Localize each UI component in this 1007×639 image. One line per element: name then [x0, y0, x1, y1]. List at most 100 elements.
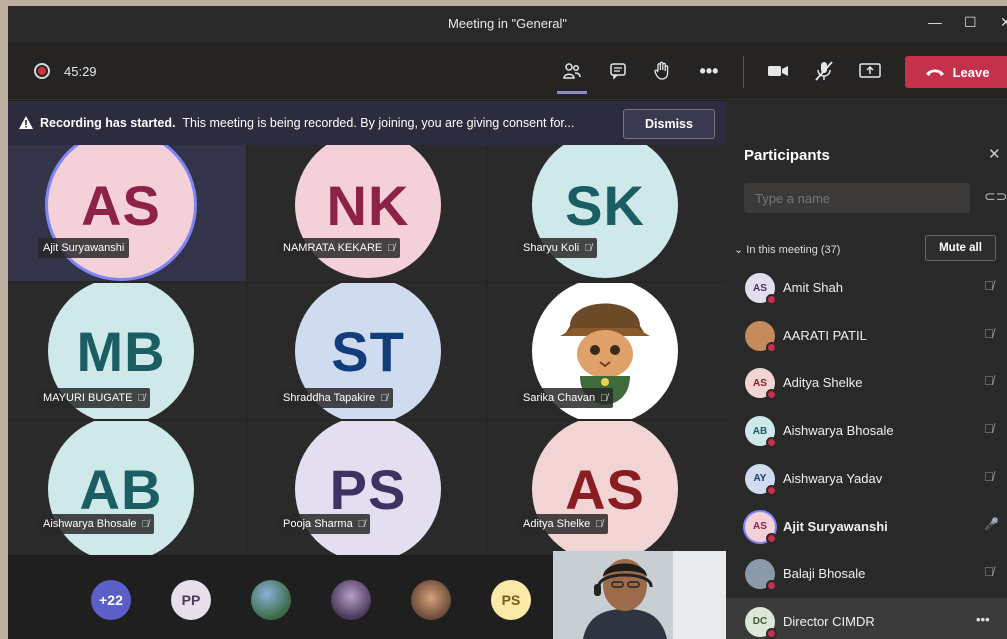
phone-hangup-icon: [925, 69, 944, 76]
mic-muted-icon: 🎙̸: [984, 373, 994, 389]
participant-initials: AS: [753, 282, 767, 294]
more-options-icon[interactable]: •••: [976, 612, 990, 627]
camera-icon[interactable]: [763, 56, 793, 86]
participant-row-name: Balaji Bhosale: [783, 566, 866, 582]
participant-avatar: AS: [532, 421, 678, 555]
participant-row-name: Aishwarya Yadav: [783, 470, 883, 486]
participant-name-tag: Aditya Shelke 🎙̸: [518, 514, 608, 534]
maximize-icon[interactable]: ☐: [964, 14, 977, 31]
video-tile[interactable]: AB Aishwarya Bhosale 🎙̸: [8, 421, 246, 555]
participant-row[interactable]: AS Ajit Suryawanshi 🎤: [726, 503, 1007, 551]
close-window-icon[interactable]: ✕: [1000, 14, 1007, 31]
participant-avatar: [745, 320, 777, 353]
participant-row[interactable]: AB Aishwarya Bhosale 🎙̸: [726, 407, 1007, 455]
participant-avatar: NK: [295, 145, 441, 278]
strip-avatar-ps[interactable]: PS: [491, 580, 531, 620]
dismiss-button[interactable]: Dismiss: [623, 109, 715, 139]
participant-name: Sarika Chavan: [523, 392, 596, 404]
mic-muted-icon: 🎙̸: [984, 421, 994, 437]
participant-name: Pooja Sharma: [283, 518, 353, 530]
participant-avatar: [745, 559, 777, 592]
participant-name-tag: Aishwarya Bhosale 🎙̸: [38, 514, 155, 534]
participant-name-tag: NAMRATA KEKARE 🎙̸: [278, 238, 400, 258]
mic-muted-icon[interactable]: [809, 56, 839, 86]
video-tile[interactable]: AS Ajit Suryawanshi: [8, 145, 246, 281]
participant-name-tag: Sarika Chavan 🎙̸: [518, 388, 613, 408]
more-participants-badge[interactable]: +22: [91, 580, 131, 620]
participant-row[interactable]: DC Director CIMDR •••: [726, 597, 1007, 639]
self-video-person: [553, 551, 726, 639]
participant-initials: AB: [752, 425, 768, 437]
in-meeting-header[interactable]: ⌄ In this meeting (37): [734, 243, 840, 256]
title-bar: Meeting in "General" — ☐ ✕: [8, 6, 1007, 42]
window-title: Meeting in "General": [447, 16, 568, 31]
mic-muted-icon: 🎙̸: [595, 518, 603, 530]
participant-avatar: AS: [745, 273, 777, 305]
participant-row-name: Ajit Suryawanshi: [783, 518, 888, 534]
mic-muted-icon: 🎙̸: [584, 242, 592, 254]
video-grid: AS Ajit Suryawanshi NK NAMRATA KEKARE 🎙̸ SK Sh…: [8, 145, 726, 555]
participant-row[interactable]: AY Aishwarya Yadav 🎙̸: [726, 455, 1007, 503]
mic-muted-icon: 🎙̸: [387, 242, 395, 254]
participant-row-name: Director CIMDR: [783, 613, 875, 629]
participant-avatar: SK: [532, 145, 678, 278]
video-tile[interactable]: PS Pooja Sharma 🎙̸: [248, 421, 486, 555]
strip-avatar-photo[interactable]: [251, 580, 291, 620]
meeting-timer: 45:29: [64, 64, 97, 79]
share-link-icon[interactable]: ⊂⊃: [984, 188, 1007, 205]
raise-hand-icon[interactable]: [647, 56, 677, 86]
participant-row[interactable]: Balaji Bhosale 🎙̸: [726, 550, 1007, 598]
minimize-icon[interactable]: —: [928, 14, 942, 30]
mute-all-button[interactable]: Mute all: [925, 235, 996, 261]
chat-icon[interactable]: [603, 56, 633, 86]
video-tile[interactable]: MB MAYURI BUGATE 🎙̸: [8, 283, 246, 419]
recording-icon: [34, 63, 50, 79]
video-tile[interactable]: SK Sharyu Koli 🎙̸: [488, 145, 726, 281]
participants-icon[interactable]: [557, 56, 587, 94]
more-options-icon[interactable]: •••: [694, 56, 724, 86]
participant-avatar: AS: [745, 368, 777, 401]
strip-avatar-pp[interactable]: PP: [171, 580, 211, 620]
participant-initials: AY: [753, 473, 767, 485]
mic-muted-icon: 🎙̸: [600, 392, 608, 404]
participant-initials: DC: [752, 616, 768, 628]
participant-row[interactable]: AS Amit Shah 🎙̸: [726, 264, 1007, 312]
participant-name: Sharyu Koli: [523, 242, 580, 254]
participant-row-name: Aishwarya Bhosale: [783, 423, 894, 439]
mic-muted-icon: 🎙̸: [137, 392, 145, 404]
banner-message: This meeting is being recorded. By joini…: [182, 116, 575, 130]
toolbar-divider: [743, 56, 744, 88]
participant-row[interactable]: AS Aditya Shelke 🎙̸: [726, 359, 1007, 407]
participant-name: Aditya Shelke: [523, 518, 591, 530]
participant-row-name: AARATI PATIL: [783, 327, 867, 343]
participant-name: MAYURI BUGATE: [43, 392, 133, 404]
share-screen-icon[interactable]: [855, 56, 885, 86]
participant-avatar: AY: [745, 463, 777, 496]
banner-text: Recording has started. This meeting is b…: [40, 116, 574, 130]
strip-avatar-photo[interactable]: [411, 580, 451, 620]
mic-muted-icon: 🎙̸: [357, 518, 366, 530]
leave-button[interactable]: Leave: [905, 56, 1007, 88]
chevron-down-icon: ⌄: [734, 244, 747, 256]
banner-bold-text: Recording has started.: [40, 116, 176, 130]
video-tile[interactable]: NK NAMRATA KEKARE 🎙̸: [248, 145, 486, 281]
participant-row[interactable]: AARATI PATIL 🎙̸: [726, 312, 1007, 360]
mic-muted-icon: 🎙̸: [984, 325, 994, 341]
participant-name: Aishwarya Bhosale: [43, 518, 137, 530]
mic-muted-icon: 🎙̸: [380, 392, 388, 404]
video-tile[interactable]: ST Shraddha Tapakire 🎙̸: [248, 283, 486, 419]
participant-avatar: PS: [295, 421, 441, 555]
participant-avatar: AS: [48, 145, 194, 278]
participant-avatar: DC: [745, 606, 777, 639]
video-tile[interactable]: AS Aditya Shelke 🎙̸: [488, 421, 726, 555]
search-participants-input[interactable]: [744, 183, 970, 213]
participants-panel: Participants ✕ ⊂⊃ ⌄ In this meeting (37)…: [726, 101, 1007, 639]
close-panel-icon[interactable]: ✕: [988, 145, 1001, 163]
participant-name: NAMRATA KEKARE: [283, 242, 383, 254]
mic-on-icon: 🎤: [984, 516, 999, 531]
self-video-preview[interactable]: [553, 551, 726, 639]
status-dot: [766, 389, 777, 401]
strip-avatar-photo[interactable]: [331, 580, 371, 620]
video-tile[interactable]: Sarika Chavan 🎙̸: [488, 283, 726, 419]
teams-meeting-window: Meeting in "General" — ☐ ✕ 45:29 ••• Lea…: [8, 6, 1007, 639]
